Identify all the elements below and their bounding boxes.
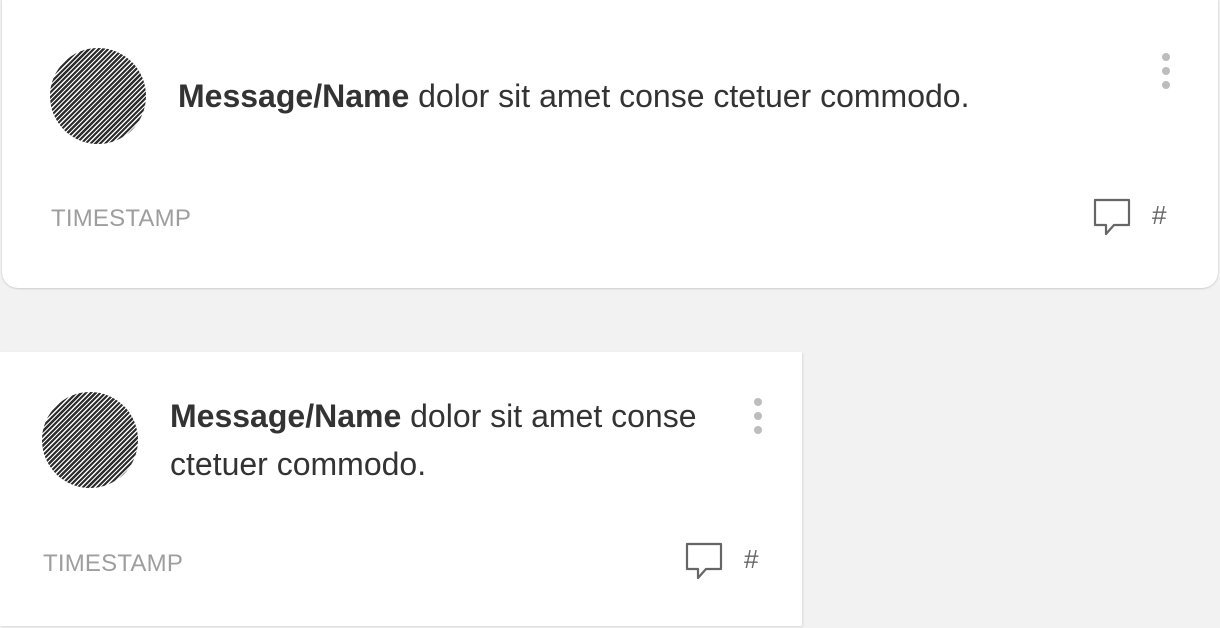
hash-link[interactable]: # bbox=[1152, 200, 1166, 231]
speech-bubble-icon bbox=[1093, 198, 1131, 236]
menu-dot bbox=[754, 412, 762, 420]
menu-dot bbox=[1162, 81, 1170, 89]
more-options-button[interactable] bbox=[1156, 51, 1176, 91]
sender-name[interactable]: Message/Name bbox=[170, 398, 401, 434]
comment-button[interactable] bbox=[1092, 197, 1132, 237]
menu-dot bbox=[754, 426, 762, 434]
timestamp: TIMESTAMP bbox=[51, 205, 192, 232]
sender-name[interactable]: Message/Name bbox=[178, 78, 409, 114]
message-card: Message/Name dolor sit amet conse ctetue… bbox=[2, 0, 1218, 288]
vertical-dots-icon bbox=[1162, 53, 1170, 61]
timestamp: TIMESTAMP bbox=[43, 550, 184, 577]
vertical-dots-icon bbox=[754, 398, 762, 406]
menu-dot bbox=[1162, 67, 1170, 75]
message-text: Message/Name dolor sit amet conse ctetue… bbox=[178, 72, 1118, 120]
speech-bubble-icon bbox=[685, 542, 723, 580]
message-card: Message/Name dolor sit amet conse ctetue… bbox=[0, 352, 802, 626]
message-body: dolor sit amet conse ctetuer commodo. bbox=[409, 78, 970, 114]
avatar[interactable] bbox=[50, 48, 146, 144]
hash-link[interactable]: # bbox=[744, 544, 758, 575]
message-text: Message/Name dolor sit amet conse ctetue… bbox=[170, 392, 710, 488]
comment-button[interactable] bbox=[684, 541, 724, 581]
more-options-button[interactable] bbox=[748, 396, 768, 436]
avatar[interactable] bbox=[42, 392, 138, 488]
